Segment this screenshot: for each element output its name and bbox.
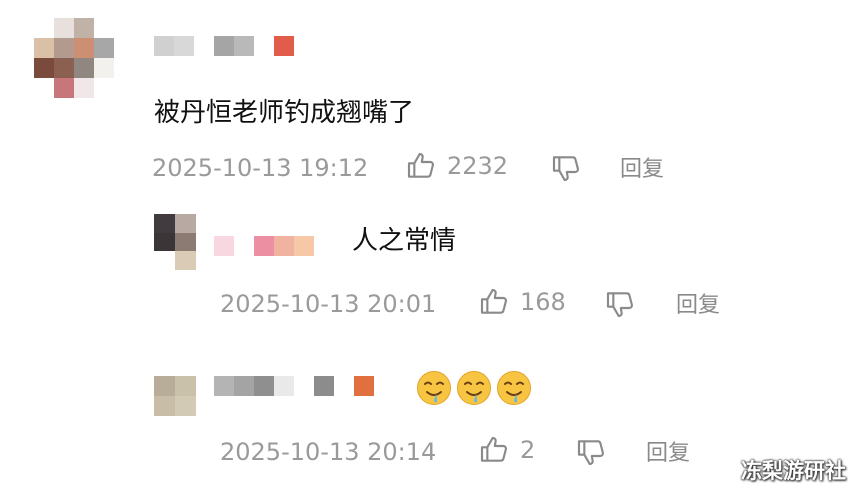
drooling-face-emoji: [497, 371, 531, 405]
avatar-pixel: [175, 214, 196, 233]
masked-name-block: [294, 36, 314, 56]
reply-avatar[interactable]: [154, 376, 196, 416]
reply-timestamp: 2025-10-13 20:14: [220, 438, 437, 466]
masked-name-block: [214, 236, 234, 256]
masked-name-block: [254, 236, 274, 256]
like-button[interactable]: 2232: [405, 150, 508, 182]
avatar-pixel: [74, 18, 94, 38]
commenter-name[interactable]: [154, 36, 314, 56]
like-button[interactable]: 168: [478, 286, 566, 318]
masked-name-block: [254, 376, 274, 396]
thumbs-down-icon: [577, 440, 605, 466]
masked-name-block: [294, 236, 314, 256]
drooling-face-emoji: [457, 371, 491, 405]
avatar-pixel: [34, 58, 54, 78]
avatar-pixel: [175, 232, 196, 252]
avatar-pixel: [94, 58, 114, 78]
reply-button[interactable]: 回复: [620, 156, 664, 184]
avatar-pixel: [54, 38, 74, 58]
reply-button[interactable]: 回复: [676, 292, 720, 320]
avatar-pixel: [154, 251, 175, 270]
masked-name-block: [174, 36, 194, 56]
avatar-pixel: [74, 78, 94, 98]
thumbs-down-icon: [606, 292, 634, 318]
avatar-pixel: [54, 78, 74, 98]
thumbs-up-icon: [480, 288, 508, 314]
like-count: 2: [520, 436, 536, 464]
dislike-button[interactable]: [575, 436, 607, 468]
avatar-pixel: [154, 232, 175, 252]
avatar-pixel: [175, 251, 196, 270]
reply-emoji-content: [416, 370, 532, 406]
thumbs-down-icon: [552, 156, 580, 182]
masked-name-block: [234, 236, 254, 256]
comment-timestamp: 2025-10-13 19:12: [152, 154, 369, 182]
avatar-pixel: [94, 38, 114, 58]
dislike-button[interactable]: [604, 288, 636, 320]
like-count: 2232: [447, 152, 509, 180]
avatar-pixel: [74, 58, 94, 78]
avatar-pixel: [34, 38, 54, 58]
avatar-pixel: [175, 396, 196, 416]
masked-name-block: [254, 36, 274, 56]
masked-name-block: [354, 376, 374, 396]
reply-avatar[interactable]: [154, 214, 196, 270]
commenter-avatar[interactable]: [34, 18, 114, 98]
reply-text: 人之常情: [352, 226, 457, 256]
avatar-pixel: [54, 18, 74, 38]
masked-name-block: [274, 36, 294, 56]
like-button[interactable]: 2: [478, 434, 535, 466]
masked-name-block: [234, 376, 254, 396]
thumbs-up-icon: [480, 436, 508, 462]
masked-name-block: [194, 36, 214, 56]
avatar-pixel: [34, 78, 54, 98]
avatar-pixel: [74, 38, 94, 58]
masked-name-block: [294, 376, 314, 396]
avatar-pixel: [154, 214, 175, 233]
masked-name-block: [214, 36, 234, 56]
thumbs-up-icon: [407, 152, 435, 178]
masked-name-block: [154, 36, 174, 56]
masked-name-block: [314, 376, 334, 396]
like-count: 168: [520, 288, 566, 316]
dislike-button[interactable]: [550, 152, 582, 184]
avatar-pixel: [94, 18, 114, 38]
reply-button[interactable]: 回复: [646, 440, 690, 468]
avatar-pixel: [175, 376, 196, 396]
masked-name-block: [214, 376, 234, 396]
watermark: 冻梨游研社: [741, 459, 846, 483]
comment-text: 被丹恒老师钓成翘嘴了: [154, 98, 415, 128]
avatar-pixel: [94, 78, 114, 98]
avatar-pixel: [34, 18, 54, 38]
masked-name-block: [274, 236, 294, 256]
drooling-face-emoji: [417, 371, 451, 405]
reply-timestamp: 2025-10-13 20:01: [220, 290, 437, 318]
masked-name-block: [274, 376, 294, 396]
avatar-pixel: [154, 376, 175, 396]
masked-name-block: [334, 376, 354, 396]
reply-author-name[interactable]: [214, 236, 314, 256]
masked-name-block: [234, 36, 254, 56]
avatar-pixel: [54, 58, 74, 78]
reply-author-name[interactable]: [214, 376, 374, 396]
avatar-pixel: [154, 396, 175, 416]
